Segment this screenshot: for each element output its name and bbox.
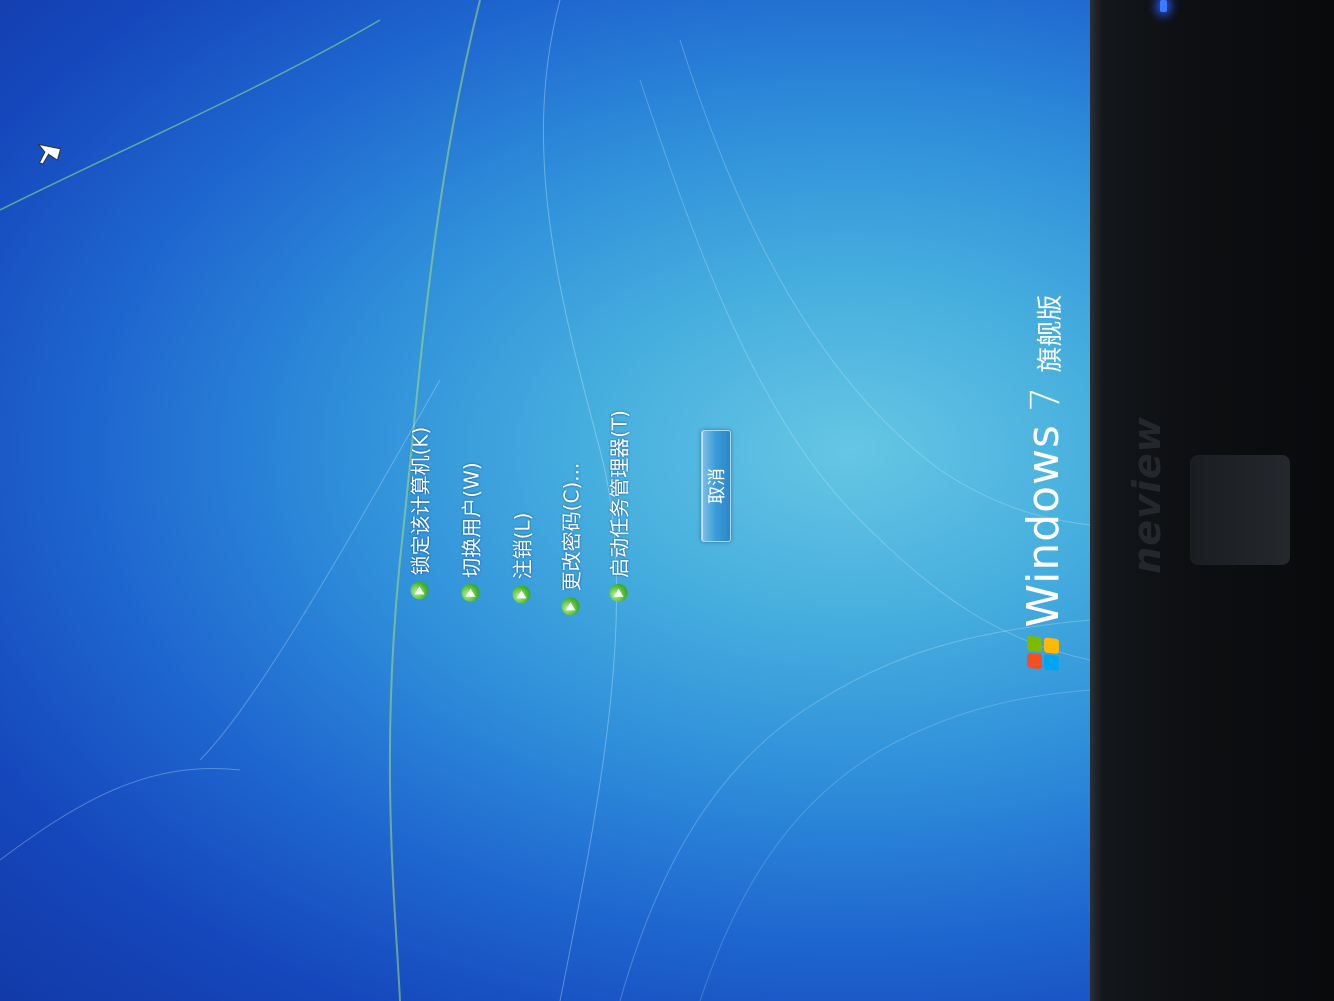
menu-item-label: 注销(L) bbox=[510, 512, 535, 580]
windows-7-logo: Windows 7 旗舰版 bbox=[1018, 294, 1069, 672]
cancel-button-label: 取消 bbox=[707, 468, 728, 504]
bezel-edge bbox=[1090, 0, 1102, 1001]
cancel-button[interactable]: 取消 bbox=[701, 430, 731, 542]
lock-computer-option[interactable]: 锁定该计算机(K) bbox=[405, 427, 434, 600]
menu-item-label: 锁定该计算机(K) bbox=[408, 426, 433, 576]
menu-item-label: 切换用户(W) bbox=[459, 462, 484, 578]
product-name: Windows bbox=[1018, 424, 1069, 628]
task-manager-option[interactable]: 启动任务管理器(T) bbox=[604, 410, 633, 602]
switch-user-option[interactable]: 切换用户(W) bbox=[456, 462, 485, 602]
monitor-stand bbox=[1190, 455, 1290, 565]
secure-attention-screen: 锁定该计算机(K) 切换用户(W) 注销(L) 更改密码(C)... 启动任务管… bbox=[0, 0, 1090, 1001]
green-arrow-icon bbox=[512, 585, 530, 604]
product-edition: 旗舰版 bbox=[1036, 294, 1067, 373]
monitor-bezel: neview bbox=[1090, 0, 1334, 1001]
change-password-option[interactable]: 更改密码(C)... bbox=[556, 463, 585, 616]
green-arrow-icon bbox=[609, 583, 627, 602]
power-led-icon bbox=[1160, 0, 1167, 12]
photo-of-monitor: 锁定该计算机(K) 切换用户(W) 注销(L) 更改密码(C)... 启动任务管… bbox=[0, 0, 1334, 1001]
green-arrow-icon bbox=[461, 583, 479, 602]
green-arrow-icon bbox=[561, 597, 579, 616]
background-swirl-lines bbox=[0, 0, 1090, 1001]
log-off-option[interactable]: 注销(L) bbox=[507, 513, 536, 604]
mouse-pointer-icon bbox=[37, 143, 62, 165]
windows-flag-icon bbox=[1027, 634, 1061, 672]
monitor-brand-logo: neview bbox=[1125, 416, 1169, 574]
product-version: 7 bbox=[1023, 386, 1069, 413]
menu-item-label: 更改密码(C)... bbox=[559, 462, 584, 592]
menu-item-label: 启动任务管理器(T) bbox=[607, 410, 632, 578]
green-arrow-icon bbox=[410, 581, 428, 600]
